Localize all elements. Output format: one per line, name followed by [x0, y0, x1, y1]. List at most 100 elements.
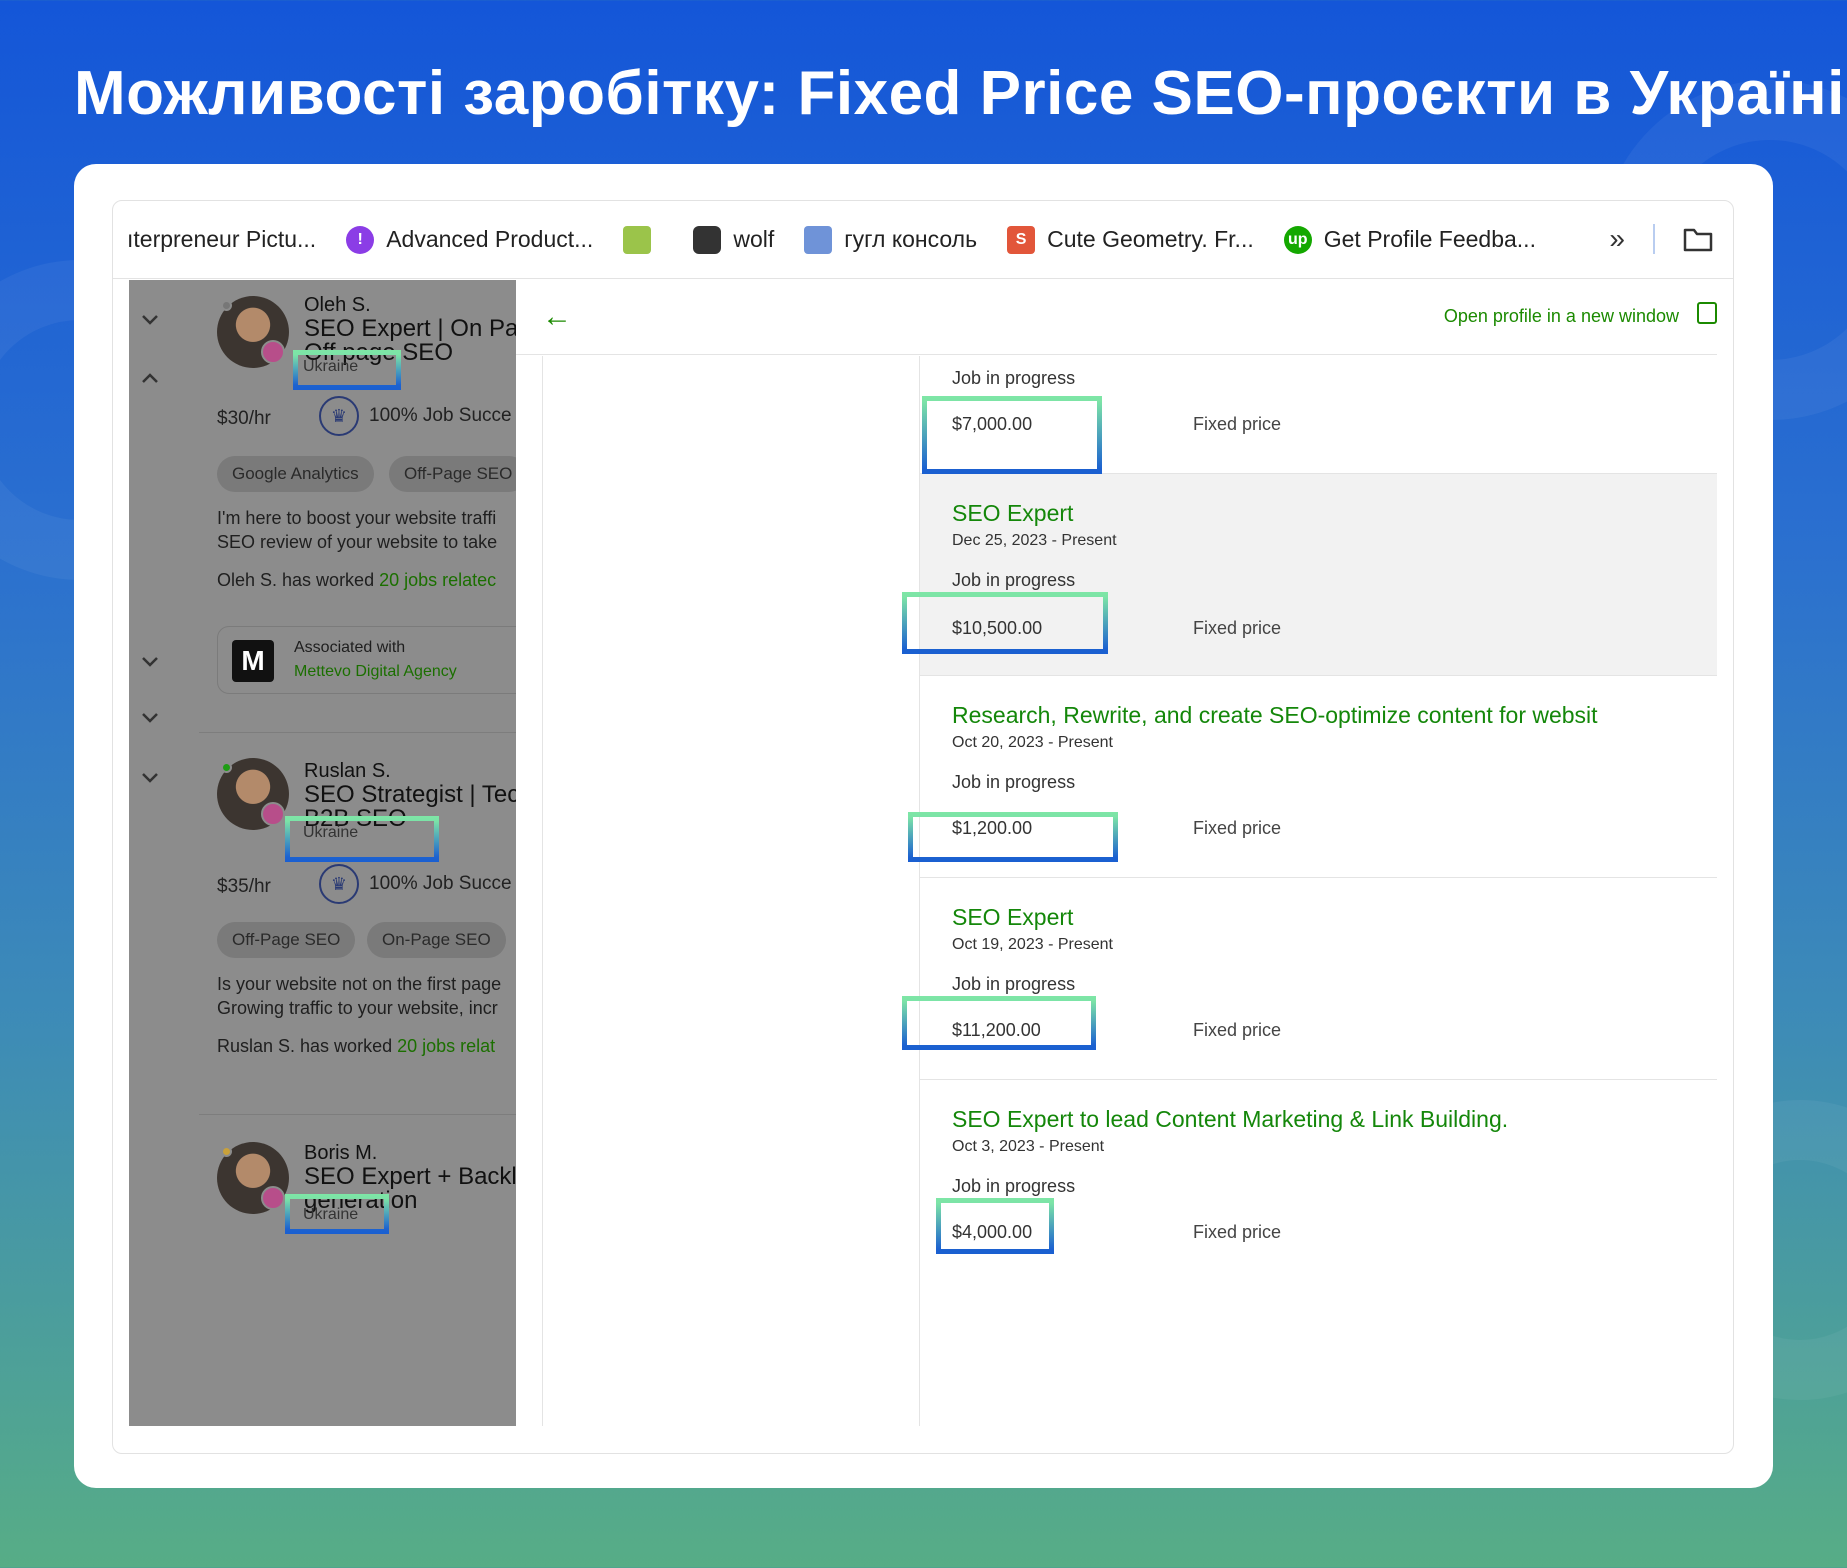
- freelancer-name[interactable]: Oleh S.: [304, 294, 516, 317]
- job-title[interactable]: Research, Rewrite, and create SEO-optimi…: [952, 702, 1598, 729]
- divider: [199, 732, 516, 733]
- freelancer-list: Oleh S. SEO Expert | On Pa Off page SEO …: [129, 280, 516, 1426]
- hourly-rate: $35/hr: [217, 876, 271, 897]
- job-status: Job in progress: [952, 1176, 1076, 1196]
- bookmark-cute-geometry[interactable]: S Cute Geometry. Fr...: [1007, 225, 1254, 254]
- freelancer-description: SEO review of your website to take: [217, 532, 498, 552]
- freelancer-name[interactable]: Ruslan S.: [304, 760, 516, 783]
- job-type: Fixed price: [1193, 414, 1282, 434]
- highlight-box: [922, 396, 1102, 474]
- avatar[interactable]: [217, 758, 289, 830]
- folder-icon[interactable]: [1683, 226, 1713, 252]
- job-title[interactable]: SEO Expert to lead Content Marketing & L…: [952, 1106, 1508, 1133]
- bookmarks-bar: ıterpreneur Pictu... ! Advanced Product.…: [113, 201, 1733, 279]
- job-title[interactable]: SEO Expert: [952, 904, 1073, 931]
- bookmark-label: ıterpreneur Pictu...: [127, 226, 317, 252]
- freelancer-description: I'm here to boost your website traffi: [217, 508, 497, 528]
- bookmark-label: гугл консоль: [844, 226, 978, 252]
- chevron-up-icon[interactable]: [137, 366, 163, 392]
- bookmark-entrepreneur[interactable]: ıterpreneur Pictu...: [127, 226, 316, 253]
- top-rated-badge-icon: [261, 340, 285, 364]
- job-type: Fixed price: [1193, 1020, 1282, 1040]
- bookmark-profile-feedback[interactable]: up Get Profile Feedba...: [1283, 225, 1536, 254]
- job-status: Job in progress: [952, 974, 1076, 994]
- bookmark-advanced-product[interactable]: ! Advanced Product...: [346, 225, 593, 254]
- job-item: SEO Expert Dec 25, 2023 - Present Job in…: [902, 474, 1717, 676]
- freelancer-description: Is your website not on the first page: [217, 974, 502, 994]
- skill-chip[interactable]: Off-Page SEO: [217, 922, 356, 958]
- avatar[interactable]: [217, 1142, 289, 1214]
- page-headline: Можливості заробітку: Fixed Price SEO-пр…: [74, 59, 1845, 128]
- avatar[interactable]: [217, 296, 289, 368]
- job-success: ♛ 100% Job Succe: [319, 864, 512, 904]
- crown-icon: ♛: [319, 396, 359, 436]
- job-title[interactable]: SEO Expert: [952, 500, 1073, 527]
- bookmark-wolf[interactable]: wolf: [693, 225, 775, 254]
- freelancer-title: SEO Strategist | Tec: [304, 781, 516, 808]
- agency-logo: M: [232, 640, 274, 682]
- job-success: ♛ 100% Job Succe: [319, 396, 512, 436]
- external-link-icon[interactable]: [1697, 302, 1717, 324]
- highlight-box: [902, 592, 1108, 654]
- assoc-label: Associated with: [294, 639, 406, 656]
- job-type: Fixed price: [1193, 618, 1282, 638]
- jobs-worked-text: Oleh S. has worked: [217, 570, 380, 590]
- jobs-worked-text: Ruslan S. has worked: [217, 1036, 398, 1056]
- highlight-box: [936, 1198, 1054, 1254]
- jobs-worked: Ruslan S. has worked 20 jobs relat: [217, 1036, 495, 1057]
- chevron-down-icon[interactable]: [137, 704, 163, 730]
- bookmark-label: Cute Geometry. Fr...: [1047, 226, 1254, 252]
- freelancer-name[interactable]: Boris M.: [304, 1142, 516, 1165]
- s-logo-icon: S: [1007, 225, 1036, 254]
- jobs-worked-link[interactable]: 20 jobs relat: [397, 1036, 495, 1056]
- upwork-icon: up: [1283, 225, 1312, 254]
- back-arrow-icon[interactable]: ←: [542, 300, 572, 334]
- bookmark-gift[interactable]: [623, 225, 663, 254]
- agency-association[interactable]: M Associated with Mettevo Digital Agency: [217, 626, 516, 694]
- open-profile-link[interactable]: Open profile in a new window: [1444, 306, 1679, 327]
- jobs-worked: Oleh S. has worked 20 jobs relatec: [217, 570, 496, 591]
- divider: [1653, 224, 1655, 254]
- job-date: Dec 25, 2023 - Present: [952, 532, 1117, 549]
- job-status: Job in progress: [952, 570, 1076, 590]
- chevron-double-right-icon[interactable]: »: [1609, 223, 1625, 255]
- gift-icon: [623, 225, 652, 254]
- job-success-text: 100% Job Succe: [369, 873, 512, 894]
- bookmark-search-console[interactable]: гугл консоль: [804, 225, 978, 254]
- jobs-worked-link[interactable]: 20 jobs relatec: [379, 570, 496, 590]
- job-success-text: 100% Job Succe: [369, 405, 512, 426]
- job-item: SEO Expert Oct 19, 2023 - Present Job in…: [902, 878, 1717, 1080]
- job-date: Oct 20, 2023 - Present: [952, 734, 1113, 751]
- bookmark-label: Get Profile Feedba...: [1323, 226, 1536, 252]
- chevron-down-icon[interactable]: [137, 306, 163, 332]
- freelancer-title: SEO Expert | On Pa: [304, 315, 516, 342]
- browser-window: ıterpreneur Pictu... ! Advanced Product.…: [112, 200, 1734, 1454]
- wolf-icon: [693, 225, 722, 254]
- highlight-box: [285, 1194, 389, 1234]
- divider: [542, 356, 543, 1426]
- detail-header: ← Open profile in a new window: [516, 280, 1717, 355]
- job-type: Fixed price: [1193, 1222, 1282, 1242]
- skill-chip[interactable]: Off-Page SEO: [389, 456, 516, 492]
- job-date: Oct 19, 2023 - Present: [952, 936, 1113, 953]
- purple-circle-icon: !: [346, 225, 375, 254]
- chevron-down-icon[interactable]: [137, 764, 163, 790]
- freelancer-description: Growing traffic to your website, incr: [217, 998, 498, 1018]
- bookmark-label: wolf: [733, 226, 775, 252]
- skill-chip[interactable]: On-Page SEO: [367, 922, 506, 958]
- divider: [199, 1114, 516, 1115]
- search-console-icon: [804, 225, 833, 254]
- job-date: Oct 3, 2023 - Present: [952, 1138, 1105, 1155]
- highlight-box: [908, 812, 1118, 862]
- top-rated-badge-icon: [261, 1186, 285, 1210]
- agency-name[interactable]: Mettevo Digital Agency: [294, 663, 457, 681]
- hourly-rate: $30/hr: [217, 408, 271, 429]
- highlight-box: [293, 350, 401, 390]
- job-item: Job in progress $7,000.00 Fixed price: [920, 356, 1717, 474]
- chevron-down-icon[interactable]: [137, 648, 163, 674]
- highlight-box: [902, 996, 1096, 1050]
- highlight-box: [285, 816, 439, 862]
- freelancer-title: SEO Expert + Backl: [304, 1163, 516, 1190]
- job-type: Fixed price: [1193, 818, 1282, 838]
- skill-chip[interactable]: Google Analytics: [217, 456, 374, 492]
